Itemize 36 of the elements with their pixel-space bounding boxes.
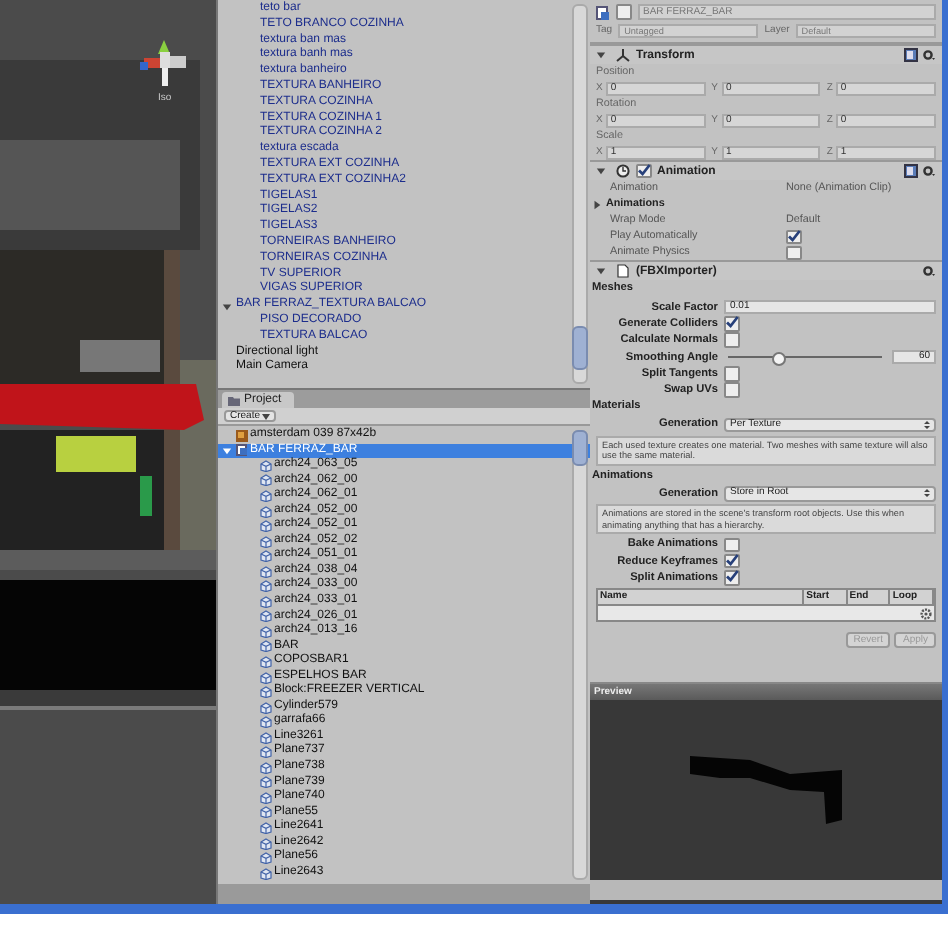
scrollbar[interactable] bbox=[572, 4, 588, 384]
clock-icon bbox=[616, 164, 630, 178]
scroll-thumb[interactable] bbox=[572, 430, 588, 466]
checkbox[interactable] bbox=[786, 229, 801, 245]
checkbox[interactable] bbox=[724, 316, 739, 332]
checkbox[interactable] bbox=[724, 553, 739, 569]
up-down-arrows-icon bbox=[924, 419, 930, 430]
checkbox[interactable] bbox=[724, 366, 739, 382]
checkbox[interactable] bbox=[786, 245, 801, 261]
foldout-icon[interactable] bbox=[596, 50, 606, 60]
scroll-thumb[interactable] bbox=[572, 326, 588, 370]
prefab-icon bbox=[596, 5, 610, 19]
transform-axes-icon bbox=[616, 48, 630, 62]
settings-icon[interactable] bbox=[922, 48, 936, 62]
document-icon bbox=[616, 264, 630, 279]
checkbox[interactable] bbox=[724, 537, 739, 553]
checkbox[interactable] bbox=[724, 570, 739, 586]
settings-icon[interactable] bbox=[922, 264, 936, 279]
settings-icon[interactable] bbox=[920, 607, 932, 620]
caret-icon bbox=[262, 413, 271, 419]
up-down-arrows-icon bbox=[924, 488, 930, 499]
foldout-icon[interactable] bbox=[222, 301, 232, 312]
checkbox[interactable] bbox=[724, 382, 739, 398]
texture-thumbnail-icon bbox=[236, 429, 248, 442]
slider-thumb[interactable] bbox=[772, 351, 787, 365]
checkbox[interactable] bbox=[724, 332, 739, 348]
foldout-icon[interactable] bbox=[596, 166, 606, 176]
checkbox[interactable] bbox=[636, 163, 651, 179]
foldout-icon[interactable] bbox=[222, 445, 232, 456]
help-book-icon[interactable] bbox=[904, 48, 918, 62]
mesh-icon bbox=[260, 505, 272, 517]
foldout-icon[interactable] bbox=[596, 266, 606, 277]
model-file-icon bbox=[236, 444, 248, 457]
help-book-icon[interactable] bbox=[904, 164, 918, 178]
settings-icon[interactable] bbox=[922, 164, 936, 178]
checkbox[interactable] bbox=[616, 4, 631, 20]
